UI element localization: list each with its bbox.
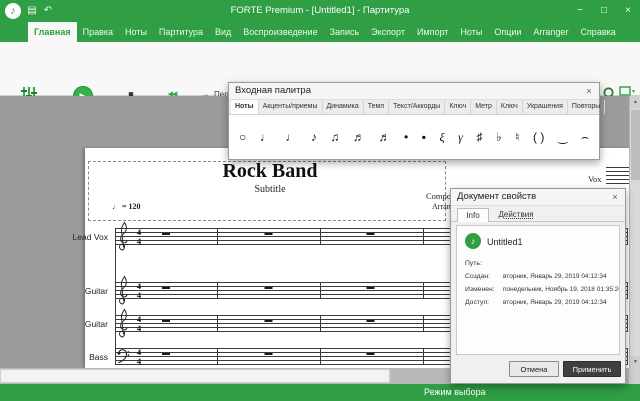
palette-tab-tekst-akkordy[interactable]: Текст/Аккорды: [389, 100, 445, 114]
palette-titlebar[interactable]: Входная палитра ×: [229, 83, 599, 100]
menu-tab-vid[interactable]: Вид: [209, 22, 237, 42]
vox-part-label[interactable]: Vox: [588, 174, 602, 184]
thirty-second-notes-symbol[interactable]: ♬: [378, 131, 390, 143]
sixteenth-notes-symbol[interactable]: ♬: [353, 131, 365, 143]
palette-tab-metr[interactable]: Метр: [471, 100, 497, 114]
tie-symbol[interactable]: ‿: [558, 131, 568, 143]
menu-tab-partitura[interactable]: Партитура: [153, 22, 209, 42]
menu-tab-eksport[interactable]: Экспорт: [365, 22, 411, 42]
menu-tab-import[interactable]: Импорт: [411, 22, 454, 42]
score-subtitle[interactable]: Subtitle: [140, 184, 400, 195]
maximize-button[interactable]: □: [592, 0, 616, 22]
document-properties-window[interactable]: Документ свойств × Info Действия ♪ Untit…: [450, 188, 626, 384]
field-value-created: вторник, Январь 29, 2019 04:12:34: [503, 273, 619, 280]
palette-tab-temp[interactable]: Темп: [364, 100, 389, 114]
palette-tab-povtory[interactable]: Повторы: [568, 100, 605, 114]
menu-tab-pravka[interactable]: Правка: [77, 22, 119, 42]
status-bar: Режим выбора: [0, 384, 640, 401]
palette-tab-akcenty[interactable]: Акценты/приемы: [259, 100, 323, 114]
beamed-eighth-notes-symbol[interactable]: ♫: [330, 131, 339, 143]
document-name: Untitled1: [487, 237, 523, 247]
cancel-button[interactable]: Отмена: [509, 361, 559, 377]
input-palette-window[interactable]: Входная палитра × Ноты Акценты/приемы Ди…: [228, 82, 600, 160]
palette-tabs: Ноты Акценты/приемы Динамика Темп Текст/…: [229, 100, 599, 115]
scroll-down-button[interactable]: ▼: [630, 356, 640, 368]
flat-symbol[interactable]: ♭: [496, 131, 502, 143]
quarter-note-symbol[interactable]: ♩: [285, 131, 297, 143]
palette-title: Входная палитра: [235, 85, 311, 96]
time-signature-denominator: 4: [135, 357, 143, 366]
scroll-up-button[interactable]: ▲: [630, 96, 640, 108]
palette-tab-klyuch-2[interactable]: Ключ: [497, 100, 523, 114]
properties-close-icon[interactable]: ×: [609, 189, 621, 205]
field-value-modified: понедельник, Ноябрь 19, 2018 01:35:20: [503, 286, 619, 293]
apply-button[interactable]: Применить: [563, 361, 621, 377]
palette-tab-dinamika[interactable]: Динамика: [323, 100, 364, 114]
palette-symbols-row: ○ ♩ ♩ ♪ ♫ ♬ ♬ • ▪ ξ γ ♯ ♭ ♮ ( ) ‿ ⌢: [229, 115, 599, 159]
properties-content: ♪ Untitled1 Путь: Создан: вторник, Январ…: [456, 225, 620, 355]
sharp-symbol[interactable]: ♯: [476, 131, 482, 143]
palette-tab-klyuch[interactable]: Ключ: [445, 100, 471, 114]
properties-tabs: Info Действия: [451, 206, 627, 222]
vertical-scroll-thumb[interactable]: [631, 110, 640, 180]
augmentation-dot-symbol[interactable]: •: [404, 131, 408, 143]
palette-tab-ukrasheniya[interactable]: Украшения: [523, 100, 568, 114]
field-label-created: Создан:: [465, 273, 503, 280]
menu-tab-arranger[interactable]: Arranger: [527, 22, 574, 42]
half-note-symbol[interactable]: ♩: [260, 131, 272, 143]
time-signature-denominator: 4: [135, 324, 143, 333]
staff-label-guitar-2[interactable]: Guitar: [38, 319, 108, 329]
titlebar: ♪ ▤ ↶ FORTE Premium - [Untitled1] - Парт…: [0, 0, 640, 22]
bass-clef-icon: [116, 348, 130, 364]
treble-clef-icon: [116, 308, 130, 338]
vertical-scrollbar[interactable]: ▲ ▼: [629, 96, 640, 368]
whole-rest-symbol[interactable]: ▪: [422, 131, 426, 143]
chevron-down-icon: ▾: [632, 88, 635, 95]
tab-actions[interactable]: Действия: [493, 208, 539, 222]
score-title[interactable]: Rock Band: [140, 160, 400, 183]
slur-symbol[interactable]: ⌢: [581, 131, 589, 143]
time-signature-denominator: 4: [135, 237, 143, 246]
treble-clef-icon: [116, 221, 130, 251]
field-label-accessed: Доступ:: [465, 299, 503, 306]
staff-label-bass[interactable]: Bass: [38, 352, 108, 362]
menu-tab-glavnaya[interactable]: Главная: [28, 22, 77, 42]
natural-symbol[interactable]: ♮: [515, 131, 519, 143]
status-mode-text: Режим выбора: [424, 384, 486, 401]
palette-tab-noty[interactable]: Ноты: [231, 100, 259, 114]
menu-tab-zapis[interactable]: Запись: [324, 22, 366, 42]
field-value-accessed: вторник, Январь 29, 2019 04:12:34: [503, 299, 619, 306]
properties-titlebar[interactable]: Документ свойств ×: [451, 189, 625, 206]
menu-tab-noty[interactable]: Ноты: [119, 22, 153, 42]
vox-staff-fragment[interactable]: [606, 167, 630, 184]
tempo-marking[interactable]: ♩ = 120: [112, 202, 141, 211]
document-icon: ♪: [465, 233, 481, 249]
palette-close-icon[interactable]: ×: [583, 83, 595, 99]
eighth-note-symbol[interactable]: ♪: [311, 131, 317, 143]
whole-note-symbol[interactable]: ○: [239, 131, 246, 143]
window-title: FORTE Premium - [Untitled1] - Партитура: [0, 0, 640, 22]
scrollbar-corner: [629, 368, 640, 384]
menu-bar: Главная Правка Ноты Партитура Вид Воспро…: [0, 22, 640, 42]
minimize-button[interactable]: −: [568, 0, 592, 22]
tab-info[interactable]: Info: [457, 208, 489, 222]
field-label-path: Путь:: [465, 260, 503, 267]
parentheses-symbol[interactable]: ( ): [533, 131, 544, 143]
menu-tab-opcii[interactable]: Опции: [488, 22, 527, 42]
app-window: ♪ ▤ ↶ FORTE Premium - [Untitled1] - Парт…: [0, 0, 640, 401]
properties-title: Документ свойств: [457, 191, 536, 202]
field-label-modified: Изменен:: [465, 286, 503, 293]
quarter-rest-symbol[interactable]: ξ: [440, 131, 445, 143]
close-button[interactable]: ×: [616, 0, 640, 22]
horizontal-scroll-thumb[interactable]: [0, 369, 390, 383]
time-signature-denominator: 4: [135, 291, 143, 300]
menu-tab-vosproizvedenie[interactable]: Воспроизведение: [237, 22, 323, 42]
treble-clef-icon: [116, 275, 130, 305]
staff-label-lead-vox[interactable]: Lead Vox: [38, 232, 108, 242]
eighth-rest-symbol[interactable]: γ: [458, 131, 463, 143]
menu-tab-spravka[interactable]: Справка: [574, 22, 621, 42]
staff-label-guitar-1[interactable]: Guitar: [38, 286, 108, 296]
menu-tab-noty-2[interactable]: Ноты: [454, 22, 488, 42]
app-mode-icon: [619, 86, 631, 96]
